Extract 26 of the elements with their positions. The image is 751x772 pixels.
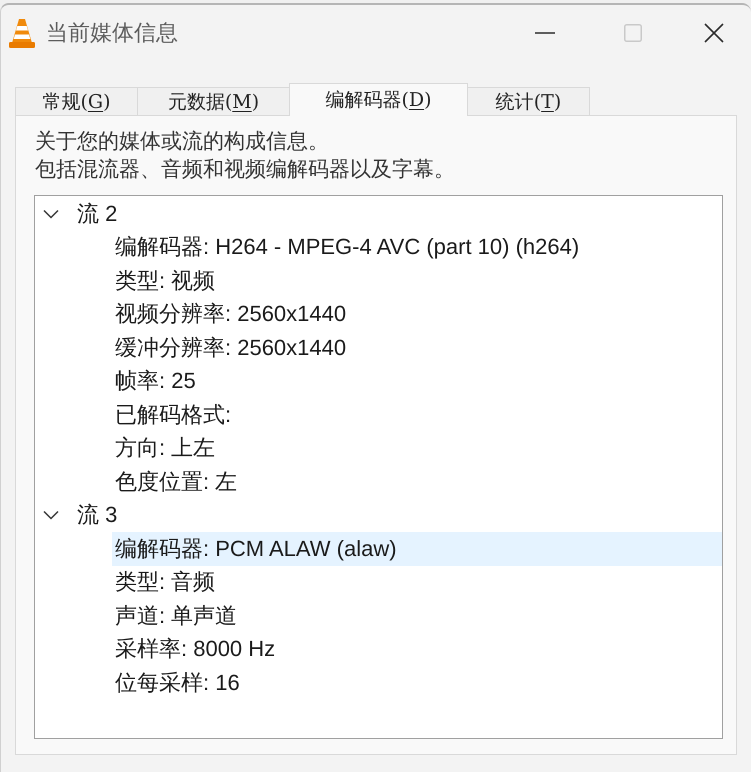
- tab[interactable]: 元数据(M): [137, 87, 290, 115]
- tree-item[interactable]: 编解码器: H264 - MPEG-4 AVC (part 10) (h264): [112, 230, 722, 264]
- tree-item[interactable]: 已解码格式:: [112, 398, 722, 432]
- description-text: 关于您的媒体或流的构成信息。: [35, 129, 329, 155]
- tab[interactable]: 编解码器(D): [289, 83, 468, 116]
- tree-item[interactable]: 位每采样: 16: [112, 666, 722, 700]
- tab[interactable]: 统计(T): [467, 87, 590, 115]
- tree-item[interactable]: 视频分辨率: 2560x1440: [112, 298, 722, 331]
- tree-item[interactable]: 类型: 音频: [112, 566, 722, 599]
- close-icon: [704, 23, 724, 43]
- tree-item[interactable]: 采样率: 8000 Hz: [112, 632, 722, 666]
- tree-item[interactable]: 色度位置: 左: [112, 465, 722, 498]
- tree-item[interactable]: 类型: 视频: [112, 264, 722, 298]
- tree-item[interactable]: 缓冲分辨率: 2560x1440: [112, 331, 722, 364]
- minimize-icon: [535, 32, 555, 34]
- tree-item[interactable]: 方向: 上左: [112, 432, 722, 465]
- tree-item[interactable]: 声道: 单声道: [112, 599, 722, 632]
- tree-item[interactable]: 帧率: 25: [112, 364, 722, 398]
- tree-node[interactable]: 流 3: [74, 498, 722, 532]
- maximize-icon: [624, 24, 642, 42]
- description-text: 包括混流器、音频和视频编解码器以及字幕。: [35, 157, 455, 183]
- window-title: 当前媒体信息: [46, 19, 178, 47]
- traffic-cone-icon: [9, 18, 35, 48]
- tree-node[interactable]: 流 2: [74, 197, 722, 230]
- tab[interactable]: 常规(G): [15, 87, 138, 115]
- tree-item[interactable]: 编解码器: PCM ALAW (alaw): [112, 532, 722, 566]
